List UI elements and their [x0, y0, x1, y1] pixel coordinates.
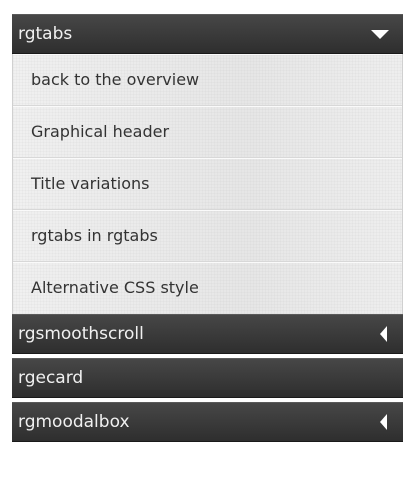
menu-item-back-to-overview[interactable]: back to the overview: [13, 54, 402, 106]
section-title: rgsmoothscroll: [18, 324, 144, 344]
menu-item-title-variations[interactable]: Title variations: [13, 158, 402, 210]
menu-item-graphical-header[interactable]: Graphical header: [13, 106, 402, 158]
menu-item-rgtabs-in-rgtabs[interactable]: rgtabs in rgtabs: [13, 210, 402, 262]
section-header-rgmoodalbox[interactable]: rgmoodalbox: [12, 402, 403, 442]
menu-item-alternative-css-style[interactable]: Alternative CSS style: [13, 262, 402, 314]
arrow-down-icon: [371, 15, 389, 53]
arrow-left-icon: [380, 403, 389, 441]
section-title: rgmoodalbox: [18, 412, 130, 432]
section-content-rgtabs: back to the overview Graphical header Ti…: [12, 54, 403, 314]
section-header-rgtabs[interactable]: rgtabs: [12, 14, 403, 54]
section-title: rgtabs: [18, 24, 73, 44]
section-title: rgecard: [18, 368, 84, 388]
section-header-rgecard[interactable]: rgecard: [12, 358, 403, 398]
arrow-left-icon: [380, 315, 389, 353]
accordion-menu: rgtabs back to the overview Graphical he…: [12, 14, 403, 442]
section-header-rgsmoothscroll[interactable]: rgsmoothscroll: [12, 314, 403, 354]
